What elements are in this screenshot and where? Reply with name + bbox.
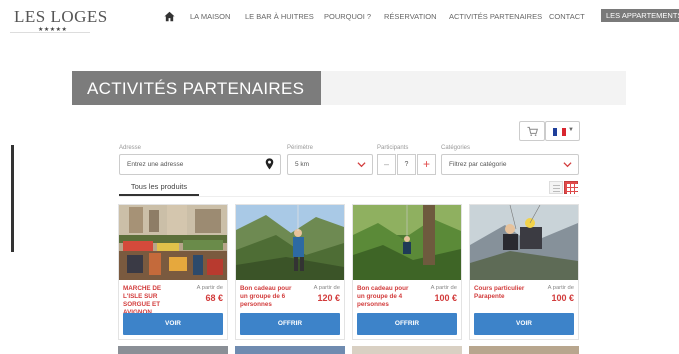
side-scroll-bar[interactable] bbox=[11, 145, 14, 252]
product-image-forest[interactable] bbox=[353, 205, 461, 280]
category-label: Catégories bbox=[441, 145, 471, 151]
location-pin-icon bbox=[265, 158, 274, 170]
category-select[interactable]: Filtrez par catégorie bbox=[441, 154, 579, 175]
climbing-photo bbox=[236, 205, 344, 280]
participants-minus-button[interactable]: – bbox=[377, 154, 396, 175]
language-selector[interactable]: ▼ bbox=[545, 121, 580, 141]
product-card[interactable]: Bon cadeau pour un groupe de 6 personnes… bbox=[235, 204, 345, 340]
product-title[interactable]: Cours particulier Parapente bbox=[474, 285, 532, 301]
voir-button[interactable]: VOIR bbox=[474, 313, 574, 335]
product-card[interactable]: Cours particulier Parapente A partir de … bbox=[469, 204, 579, 340]
offrir-button[interactable]: OFFRIR bbox=[240, 313, 340, 335]
product-image-climbing[interactable] bbox=[236, 205, 344, 280]
price-prefix: A partir de bbox=[313, 285, 340, 291]
voir-button[interactable]: VOIR bbox=[123, 313, 223, 335]
nav-pourquoi[interactable]: POURQUOI ? bbox=[324, 12, 371, 21]
perimeter-select[interactable]: 5 km bbox=[287, 154, 373, 175]
nav-activites-partenaires[interactable]: ACTIVITÉS PARTENAIRES bbox=[449, 12, 542, 21]
main-nav: LA MAISON LE BAR À HUITRES POURQUOI ? RÉ… bbox=[0, 9, 679, 25]
nav-les-appartements[interactable]: LES APPARTEMENTS bbox=[601, 9, 679, 22]
product-card[interactable]: MARCHE DE L'ISLE SUR SORGUE ET AVIGNON A… bbox=[118, 204, 228, 340]
nav-reservation[interactable]: RÉSERVATION bbox=[384, 12, 437, 21]
product-title[interactable]: Bon cadeau pour un groupe de 6 personnes bbox=[240, 285, 298, 309]
forest-photo bbox=[353, 205, 461, 280]
product-price: 68 € bbox=[205, 293, 223, 303]
cart-button[interactable] bbox=[519, 121, 545, 141]
price-prefix: A partir de bbox=[430, 285, 457, 291]
nav-bar-a-huitres[interactable]: LE BAR À HUITRES bbox=[245, 12, 314, 21]
address-label: Adresse bbox=[119, 145, 142, 151]
perimeter-label: Périmètre bbox=[287, 145, 314, 151]
market-photo bbox=[119, 205, 227, 280]
caret-down-icon: ▼ bbox=[568, 127, 574, 133]
price-prefix: A partir de bbox=[547, 285, 574, 291]
home-icon[interactable] bbox=[164, 11, 175, 22]
address-field[interactable]: Entrez une adresse bbox=[119, 154, 281, 175]
participants-label: Participants bbox=[377, 145, 409, 151]
site-header: LES LOGES ★★★★★ LA MAISON LE BAR À HUITR… bbox=[0, 0, 679, 36]
product-price: 100 € bbox=[551, 293, 574, 303]
product-card-next-row[interactable] bbox=[469, 346, 579, 354]
product-card[interactable]: Bon cadeau pour un groupe de 4 personnes… bbox=[352, 204, 462, 340]
offrir-button[interactable]: OFFRIR bbox=[357, 313, 457, 335]
address-placeholder: Entrez une adresse bbox=[127, 161, 184, 168]
product-title[interactable]: Bon cadeau pour un groupe de 4 personnes bbox=[357, 285, 415, 309]
product-price: 120 € bbox=[317, 293, 340, 303]
page-title-box: ACTIVITÉS PARTENAIRES bbox=[72, 71, 321, 105]
price-prefix: A partir de bbox=[196, 285, 223, 291]
paragliding-photo bbox=[470, 205, 578, 280]
product-price: 100 € bbox=[434, 293, 457, 303]
chevron-down-icon bbox=[563, 162, 572, 168]
product-image-market[interactable] bbox=[119, 205, 227, 280]
participants-count[interactable]: ? bbox=[397, 154, 416, 175]
chevron-down-icon bbox=[357, 162, 366, 168]
tabs-divider bbox=[119, 196, 579, 197]
product-card-next-row[interactable] bbox=[352, 346, 462, 354]
list-view-icon[interactable] bbox=[549, 181, 563, 194]
nav-contact[interactable]: CONTACT bbox=[549, 12, 585, 21]
nav-la-maison[interactable]: LA MAISON bbox=[190, 12, 230, 21]
page-title: ACTIVITÉS PARTENAIRES bbox=[87, 79, 305, 98]
category-value: Filtrez par catégorie bbox=[449, 161, 507, 168]
participants-plus-button[interactable]: + bbox=[417, 154, 436, 175]
product-card-next-row[interactable] bbox=[235, 346, 345, 354]
tab-all-products[interactable]: Tous les produits bbox=[119, 182, 199, 196]
perimeter-value: 5 km bbox=[295, 161, 310, 168]
grid-view-icon[interactable] bbox=[564, 181, 578, 195]
product-image-paragliding[interactable] bbox=[470, 205, 578, 280]
cart-icon bbox=[527, 126, 538, 136]
product-card-next-row[interactable] bbox=[118, 346, 228, 354]
logo-underline bbox=[10, 32, 90, 33]
french-flag-icon bbox=[553, 128, 566, 136]
